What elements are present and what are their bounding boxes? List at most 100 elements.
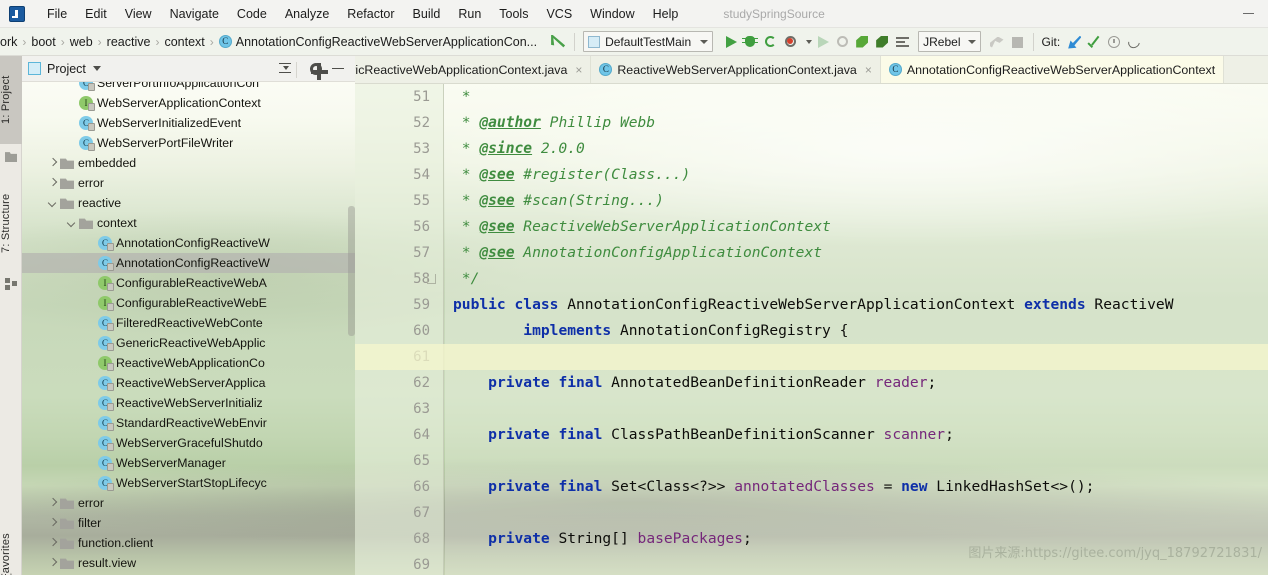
git-commit-button[interactable]	[1084, 32, 1104, 52]
tree-item[interactable]: error	[22, 173, 355, 193]
jrebel-selector[interactable]: JRebel	[918, 31, 981, 52]
code-line[interactable]: *	[445, 84, 1268, 110]
tree-item[interactable]: C AnnotationConfigReactiveW	[22, 253, 355, 273]
code-line[interactable]: public class AnnotationConfigReactiveWeb…	[445, 292, 1268, 318]
run-with-profiler-button[interactable]	[760, 32, 780, 52]
tree-item[interactable]: C FilteredReactiveWebConte	[22, 313, 355, 333]
menu-item-edit[interactable]: Edit	[76, 4, 116, 24]
gutter-line[interactable]: 64	[355, 422, 443, 448]
jrebel-run-button[interactable]	[852, 32, 872, 52]
chevron-right-icon[interactable]	[46, 537, 59, 550]
tree-item[interactable]: context	[22, 213, 355, 233]
gutter-line[interactable]: 57	[355, 240, 443, 266]
navigate-back-button[interactable]	[548, 32, 568, 52]
gutter-line[interactable]: 65	[355, 448, 443, 474]
project-tree-scrollbar[interactable]	[348, 206, 355, 336]
tree-item[interactable]: filter	[22, 513, 355, 533]
gutter-line[interactable]: 52	[355, 110, 443, 136]
collapse-all-button[interactable]	[274, 59, 296, 79]
tree-item[interactable]: C ReactiveWebServerApplica	[22, 373, 355, 393]
gutter-line[interactable]: 67	[355, 500, 443, 526]
tree-item[interactable]: C GenericReactiveWebApplic	[22, 333, 355, 353]
menu-item-window[interactable]: Window	[581, 4, 643, 24]
sidebar-item-project[interactable]: 1: Project	[0, 56, 22, 144]
chevron-right-icon[interactable]	[46, 497, 59, 510]
hide-panel-button[interactable]	[327, 59, 349, 79]
tree-item[interactable]: I ConfigurableReactiveWebE	[22, 293, 355, 313]
tree-item[interactable]: I WebServerApplicationContext	[22, 93, 355, 113]
menu-item-build[interactable]: Build	[404, 4, 450, 24]
menu-item-vcs[interactable]: VCS	[537, 4, 581, 24]
code-line[interactable]	[445, 500, 1268, 526]
gutter-line[interactable]: 66	[355, 474, 443, 500]
breadcrumb-item-1[interactable]: boot	[26, 35, 60, 49]
code-line[interactable]	[355, 344, 1268, 370]
gutter-line[interactable]: 51	[355, 84, 443, 110]
menu-item-tools[interactable]: Tools	[490, 4, 537, 24]
code-line[interactable]: * @author Phillip Webb	[445, 110, 1268, 136]
gutter-line[interactable]: 56	[355, 214, 443, 240]
code-line[interactable]: * @since 2.0.0	[445, 136, 1268, 162]
run-with-coverage-button[interactable]	[780, 32, 800, 52]
tree-item[interactable]: C WebServerPortFileWriter	[22, 133, 355, 153]
tree-item[interactable]: embedded	[22, 153, 355, 173]
tree-item[interactable]: C WebServerGracefulShutdo	[22, 433, 355, 453]
git-rollback-button[interactable]	[1124, 32, 1144, 52]
tree-item[interactable]: C ServerPortInfoApplicationCon	[22, 82, 355, 93]
minimize-button[interactable]	[1243, 13, 1254, 14]
code-editor[interactable]: 51525354555657585960616263646566676869 *…	[355, 84, 1268, 575]
breadcrumb-item-3[interactable]: reactive	[102, 35, 156, 49]
gutter-line[interactable]: 69	[355, 552, 443, 575]
gutter-line[interactable]: 59	[355, 292, 443, 318]
gutter-line[interactable]: 54	[355, 162, 443, 188]
menu-item-run[interactable]: Run	[449, 4, 490, 24]
editor-code-area[interactable]: * * @author Phillip Webb * @since 2.0.0 …	[355, 84, 1268, 575]
menu-item-refactor[interactable]: Refactor	[338, 4, 403, 24]
tree-item[interactable]: function.client	[22, 533, 355, 553]
chevron-down-icon[interactable]	[92, 66, 101, 71]
editor-gutter[interactable]: 51525354555657585960616263646566676869	[355, 84, 444, 575]
code-line[interactable]: * @see ReactiveWebServerApplicationConte…	[445, 214, 1268, 240]
gutter-line[interactable]: 63	[355, 396, 443, 422]
gutter-line[interactable]: 55	[355, 188, 443, 214]
tree-item[interactable]: I ConfigurableReactiveWebA	[22, 273, 355, 293]
run-button[interactable]	[720, 32, 740, 52]
code-line[interactable]: private final ClassPathBeanDefinitionSca…	[445, 422, 1268, 448]
git-history-button[interactable]	[1104, 32, 1124, 52]
debug-button[interactable]	[740, 32, 760, 52]
tree-item[interactable]: reactive	[22, 193, 355, 213]
breadcrumb-item-5[interactable]: C AnnotationConfigReactiveWebServerApplic…	[214, 35, 542, 49]
menu-item-help[interactable]: Help	[644, 4, 688, 24]
tree-item[interactable]: C ReactiveWebServerInitializ	[22, 393, 355, 413]
code-line[interactable]: private final Set<Class<?>> annotatedCla…	[445, 474, 1268, 500]
close-icon[interactable]: ×	[575, 63, 582, 77]
chevron-down-icon[interactable]	[65, 217, 78, 230]
menu-item-navigate[interactable]: Navigate	[161, 4, 228, 24]
project-settings-button[interactable]	[305, 59, 328, 80]
code-line[interactable]	[445, 396, 1268, 422]
chevron-down-icon[interactable]	[46, 197, 59, 210]
jrebel-debug-button[interactable]	[872, 32, 892, 52]
chevron-right-icon[interactable]	[46, 517, 59, 530]
sidebar-item-structure[interactable]: 7: Structure	[0, 171, 22, 275]
code-line[interactable]: * @see #scan(String...)	[445, 188, 1268, 214]
code-line[interactable]	[445, 552, 1268, 575]
chevron-right-icon[interactable]	[46, 177, 59, 190]
tree-item[interactable]: C WebServerManager	[22, 453, 355, 473]
code-line[interactable]: * @see #register(Class...)	[445, 162, 1268, 188]
tree-item[interactable]: error	[22, 493, 355, 513]
gutter-line[interactable]: 68	[355, 526, 443, 552]
menu-item-view[interactable]: View	[116, 4, 161, 24]
breadcrumb-item-2[interactable]: web	[65, 35, 98, 49]
jrebel-stack-button[interactable]	[892, 32, 912, 52]
menu-item-analyze[interactable]: Analyze	[276, 4, 338, 24]
tree-item[interactable]: C AnnotationConfigReactiveW	[22, 233, 355, 253]
code-line[interactable]	[445, 448, 1268, 474]
breadcrumb-item-0[interactable]: ork	[0, 35, 22, 49]
code-line[interactable]: */	[427, 266, 1268, 292]
chevron-right-icon[interactable]	[46, 557, 59, 570]
menu-item-file[interactable]: File	[38, 4, 76, 24]
run-options-dropdown[interactable]	[800, 32, 813, 52]
tree-item[interactable]: C WebServerInitializedEvent	[22, 113, 355, 133]
fold-marker-icon[interactable]	[427, 274, 436, 284]
